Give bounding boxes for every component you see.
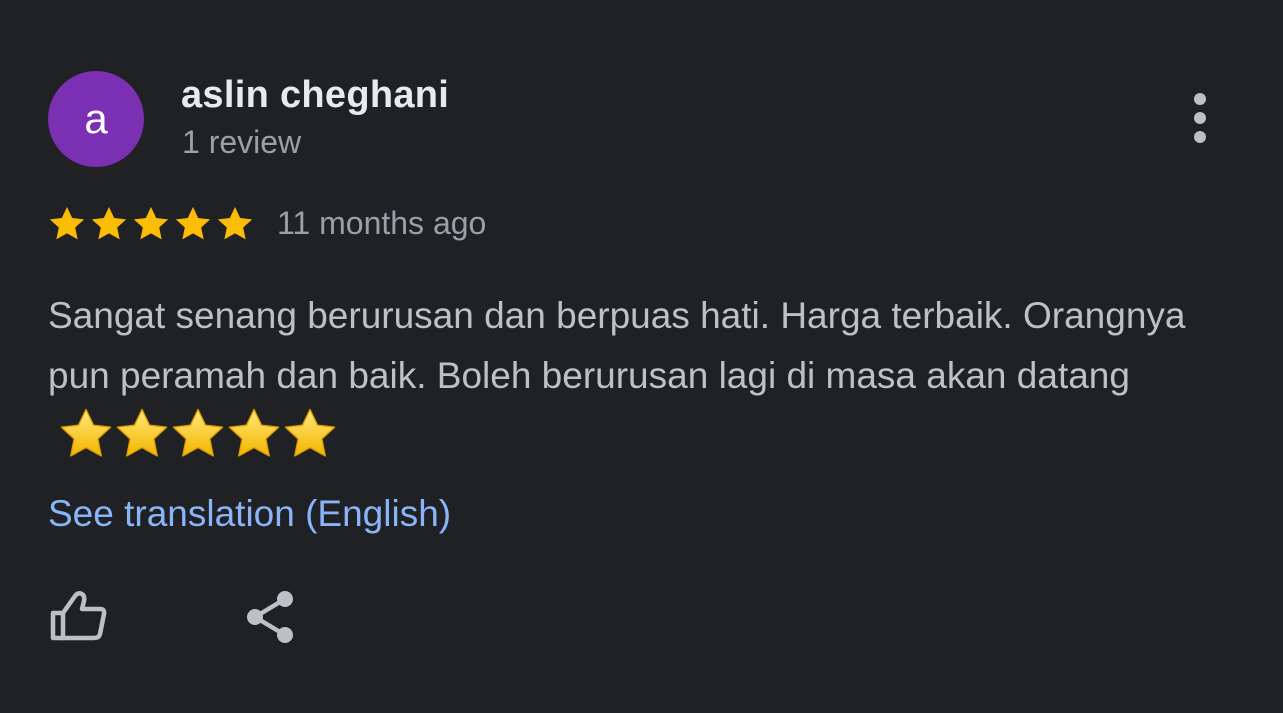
star-icon [49,207,85,240]
review-count: 1 review [182,124,302,160]
see-translation-link[interactable]: See translation (English) [48,493,451,535]
review-body: Sangat senang berurusan dan berpuas hati… [48,295,1186,396]
star-emoji-icon [172,408,224,457]
star-icon [175,207,211,240]
star-emoji-group [58,406,338,462]
star-icon [217,207,253,240]
like-button[interactable] [48,588,110,644]
share-button[interactable] [244,590,296,644]
share-icon [247,591,293,643]
star-emoji-icon [116,408,168,457]
more-options-button[interactable] [1182,92,1218,146]
star-rating [47,202,257,246]
star-emoji-icon [228,408,280,457]
reviewer-name[interactable]: aslin cheghani [181,74,449,117]
review-text: Sangat senang berurusan dan berpuas hati… [48,286,1248,472]
star-icon [133,207,169,240]
star-emoji-icon [60,408,112,457]
more-vert-icon [1194,93,1206,143]
star-icon [91,207,127,240]
avatar[interactable]: a [48,71,144,167]
star-emoji-icon [284,408,336,457]
thumb-up-icon [50,591,107,641]
review-date: 11 months ago [277,205,487,241]
